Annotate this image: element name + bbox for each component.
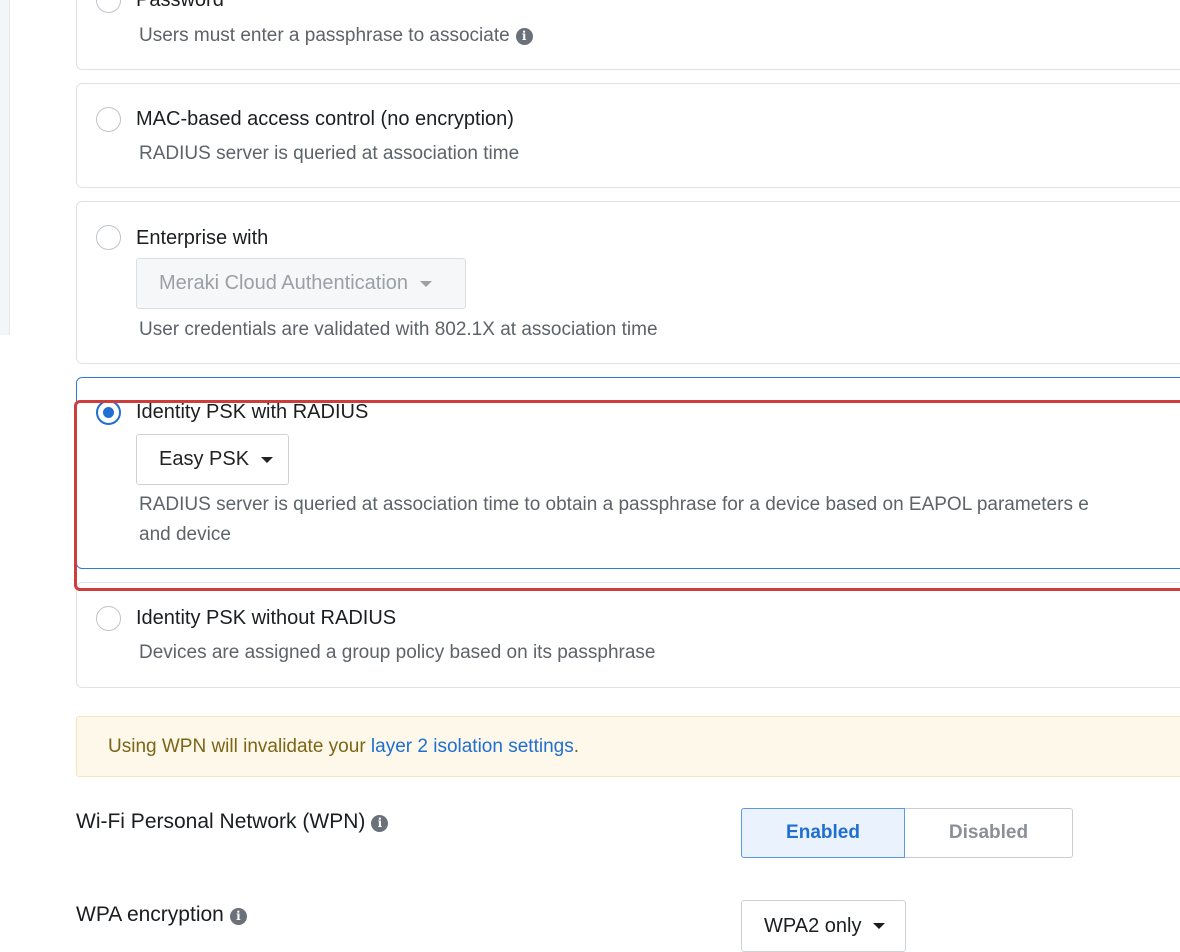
dropdown-value: Meraki Cloud Authentication: [159, 272, 409, 294]
radio-mac-based[interactable]: [96, 107, 121, 132]
caret-down-icon: [873, 923, 886, 929]
wpn-label-text: Wi-Fi Personal Network (WPN): [76, 810, 366, 833]
warning-text: Using WPN will invalidate your: [108, 736, 371, 757]
option-description-continued: and device: [139, 524, 231, 545]
info-icon[interactable]: i: [371, 815, 389, 832]
radio-identity-psk-no-radius[interactable]: [96, 606, 121, 631]
caret-down-icon: [420, 280, 433, 287]
wpa-label: WPA encryption i: [76, 903, 247, 927]
option-description: Users must enter a passphrase to associa…: [139, 21, 533, 51]
wpn-enabled-button[interactable]: Enabled: [741, 808, 905, 858]
info-icon[interactable]: i: [229, 908, 247, 925]
wpn-toggle[interactable]: Enabled Disabled: [741, 808, 1073, 858]
caret-down-icon: [261, 456, 274, 463]
enterprise-auth-dropdown: Meraki Cloud Authentication: [136, 258, 466, 309]
option-description-text: Users must enter a passphrase to associa…: [139, 25, 510, 46]
option-description: Devices are assigned a group policy base…: [139, 642, 656, 663]
option-title: MAC-based access control (no encryption): [136, 108, 514, 130]
info-icon[interactable]: i: [515, 28, 533, 45]
warning-suffix: .: [573, 736, 579, 757]
layer2-isolation-link[interactable]: layer 2 isolation settings: [371, 736, 574, 757]
identity-psk-dropdown[interactable]: Easy PSK: [136, 434, 289, 485]
radio-password[interactable]: [96, 0, 121, 13]
wpn-warning-banner: Using WPN will invalidate your layer 2 i…: [76, 716, 1180, 777]
option-title: Identity PSK with RADIUS: [136, 401, 369, 423]
auth-option-password[interactable]: Password Users must enter a passphrase t…: [76, 0, 1180, 70]
wpa-label-text: WPA encryption: [76, 903, 224, 926]
radio-identity-psk-radius[interactable]: [96, 400, 121, 425]
option-description: RADIUS server is queried at association …: [139, 494, 1089, 515]
option-description: User credentials are validated with 802.…: [139, 319, 658, 340]
wpn-label: Wi-Fi Personal Network (WPN) i: [76, 810, 389, 834]
wpa-encryption-dropdown[interactable]: WPA2 only: [741, 900, 906, 952]
option-title: Password: [136, 0, 224, 11]
radio-enterprise[interactable]: [96, 225, 121, 250]
option-title: Identity PSK without RADIUS: [136, 607, 397, 629]
option-description: RADIUS server is queried at association …: [139, 143, 520, 164]
wpn-disabled-button[interactable]: Disabled: [905, 808, 1073, 858]
auth-option-identity-psk-no-radius[interactable]: Identity PSK without RADIUS Devices are …: [76, 582, 1180, 688]
auth-option-enterprise[interactable]: Enterprise with Meraki Cloud Authenticat…: [76, 201, 1180, 364]
option-title: Enterprise with: [136, 227, 269, 249]
dropdown-value: WPA2 only: [764, 914, 862, 937]
auth-option-mac-based[interactable]: MAC-based access control (no encryption)…: [76, 83, 1180, 188]
left-panel-edge: [0, 0, 10, 335]
auth-option-identity-psk-radius[interactable]: Identity PSK with RADIUS Easy PSK RADIUS…: [76, 377, 1180, 569]
dropdown-value: Easy PSK: [159, 448, 250, 470]
